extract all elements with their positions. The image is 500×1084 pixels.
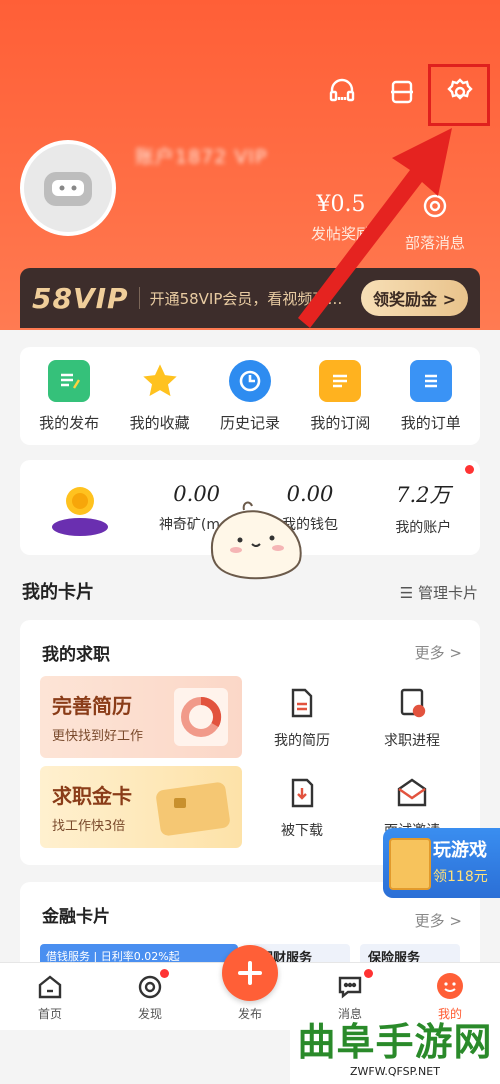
stat-tribe-messages[interactable]: 部落消息 bbox=[398, 192, 472, 253]
job-more-link[interactable]: 更多 > bbox=[415, 642, 462, 663]
order-icon bbox=[409, 359, 452, 402]
progress-icon bbox=[400, 688, 426, 718]
quick-item-publish[interactable]: 我的发布 bbox=[25, 359, 113, 433]
finance-card-title: 金融卡片 bbox=[42, 907, 110, 927]
nav-home[interactable]: 首页 bbox=[0, 963, 100, 1030]
job-gold-card-promo[interactable]: 求职金卡 找工作快3倍 bbox=[40, 766, 242, 848]
home-icon bbox=[38, 975, 62, 999]
mine-trophy-icon[interactable] bbox=[20, 477, 140, 539]
customer-service-icon[interactable] bbox=[322, 72, 362, 112]
account-red-dot bbox=[465, 465, 474, 474]
vip-logo: 58VIP bbox=[32, 281, 129, 315]
post-reward-value: ¥0.5 bbox=[316, 192, 366, 217]
stat-1[interactable] bbox=[130, 192, 180, 198]
clock-icon bbox=[228, 359, 271, 402]
vip-text: 开通58VIP会员，看视频享… bbox=[149, 289, 343, 308]
scan-icon[interactable] bbox=[382, 72, 422, 112]
resume-chart-icon bbox=[174, 688, 228, 746]
claim-reward-button[interactable]: 领奖励金 > bbox=[361, 280, 468, 316]
publish-plus-button[interactable] bbox=[222, 945, 278, 1001]
play-game-badge[interactable]: 玩游戏 领118元 bbox=[383, 828, 500, 898]
stat-post-reward[interactable]: ¥0.5 发帖奖励 bbox=[304, 192, 378, 244]
quick-actions-card: 我的发布 我的收藏 历史记录 我的订阅 我的订单 bbox=[20, 347, 480, 445]
plus-icon bbox=[238, 961, 262, 985]
username: 账户1872 VIP bbox=[135, 146, 268, 168]
stat-2[interactable] bbox=[220, 192, 270, 198]
wallet-item-account[interactable]: 7.2万 我的账户 bbox=[367, 479, 480, 537]
quick-item-history[interactable]: 历史记录 bbox=[206, 359, 294, 433]
avatar[interactable] bbox=[20, 140, 116, 236]
nav-discover[interactable]: 发现 bbox=[100, 963, 200, 1030]
settings-highlight-box bbox=[428, 64, 490, 126]
manage-cards-link[interactable]: ☰ 管理卡片 bbox=[400, 582, 478, 603]
resume-promo[interactable]: 完善简历 更快找到好工作 bbox=[40, 676, 242, 758]
site-watermark: 曲阜手游网 ZWFW.QFSP.NET bbox=[290, 1020, 500, 1084]
downloaded-item[interactable]: 被下载 bbox=[252, 776, 352, 840]
mascot-sticker bbox=[210, 501, 302, 580]
tribe-messages-label: 部落消息 bbox=[404, 234, 465, 252]
profile-screen: 账户1872 VIP ¥0.5 发帖奖励 部落消息 58VIP 开通58VIP会… bbox=[0, 0, 500, 1084]
job-card-title: 我的求职 bbox=[42, 645, 110, 665]
envelope-icon bbox=[397, 778, 427, 807]
publish-icon bbox=[48, 359, 91, 402]
tribe-icon bbox=[398, 192, 472, 226]
my-resume-item[interactable]: 我的简历 bbox=[252, 686, 352, 750]
resume-icon bbox=[291, 688, 313, 718]
discover-icon bbox=[138, 975, 162, 999]
list-icon: ☰ bbox=[399, 584, 418, 602]
vip-banner[interactable]: 58VIP 开通58VIP会员，看视频享… 领奖励金 > bbox=[20, 268, 480, 328]
gold-card-icon bbox=[156, 782, 230, 836]
finance-more-link[interactable]: 更多 > bbox=[415, 910, 462, 931]
gift-box-icon bbox=[389, 838, 431, 890]
star-icon bbox=[139, 360, 181, 402]
discover-red-dot bbox=[160, 969, 169, 978]
vip-divider bbox=[138, 287, 140, 309]
quick-item-favorites[interactable]: 我的收藏 bbox=[116, 360, 204, 433]
subscribe-icon bbox=[319, 359, 362, 402]
quick-item-orders[interactable]: 我的订单 bbox=[387, 359, 475, 433]
me-icon bbox=[437, 973, 463, 999]
download-icon bbox=[291, 778, 314, 808]
quick-item-subscribe[interactable]: 我的订阅 bbox=[296, 359, 384, 433]
message-icon bbox=[338, 976, 362, 999]
my-cards-title: 我的卡片 bbox=[22, 582, 94, 603]
job-progress-item[interactable]: 求职进程 bbox=[362, 686, 462, 750]
post-reward-label: 发帖奖励 bbox=[310, 225, 371, 243]
messages-red-dot bbox=[364, 969, 373, 978]
